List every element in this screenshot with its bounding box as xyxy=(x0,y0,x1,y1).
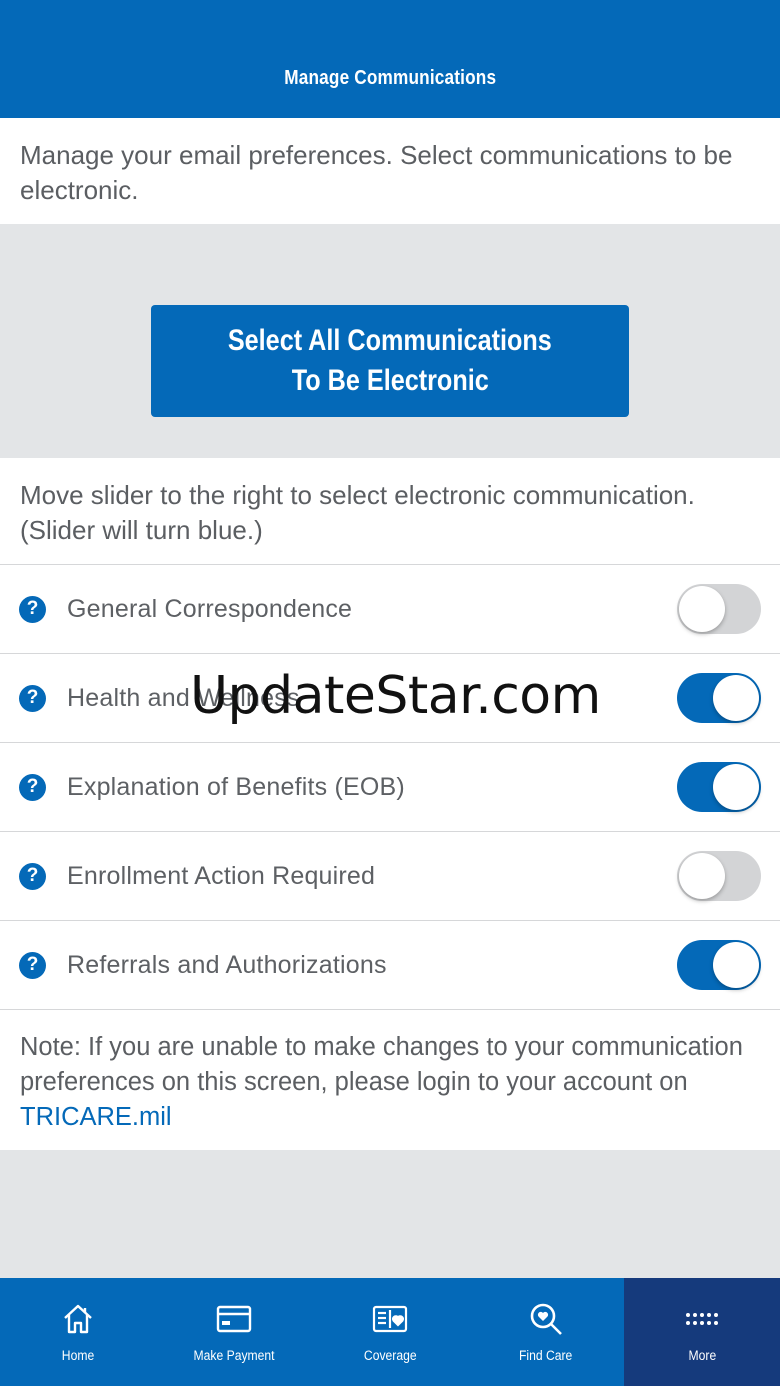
toggle-knob xyxy=(713,675,759,721)
toggle-knob xyxy=(713,942,759,988)
help-icon[interactable]: ? xyxy=(19,595,46,623)
tab-label: Make Payment xyxy=(193,1348,275,1363)
id-card-icon xyxy=(372,1302,408,1336)
preference-row-general-correspondence: ? General Correspondence xyxy=(0,565,780,654)
help-icon[interactable]: ? xyxy=(19,684,46,712)
home-icon xyxy=(61,1302,95,1336)
referrals-and-authorizations-toggle[interactable] xyxy=(677,940,761,990)
enrollment-action-required-toggle[interactable] xyxy=(677,851,761,901)
preference-row-referrals-and-authorizations: ? Referrals and Authorizations xyxy=(0,921,780,1010)
note-body: Note: If you are unable to make changes … xyxy=(20,1033,743,1096)
preference-row-explanation-of-benefits: ? Explanation of Benefits (EOB) xyxy=(0,743,780,832)
tab-label: Coverage xyxy=(363,1348,417,1363)
health-and-wellness-toggle[interactable] xyxy=(677,673,761,723)
explanation-of-benefits-toggle[interactable] xyxy=(677,762,761,812)
tab-label: Home xyxy=(61,1348,95,1363)
toggle-knob xyxy=(713,764,759,810)
tab-coverage[interactable]: Coverage xyxy=(312,1278,468,1386)
preference-row-enrollment-action-required: ? Enrollment Action Required xyxy=(0,832,780,921)
preference-label: General Correspondence xyxy=(67,594,353,623)
tab-home[interactable]: Home xyxy=(0,1278,156,1386)
page-title: Manage Communications xyxy=(284,67,496,89)
header-bar: Manage Communications xyxy=(0,0,780,118)
tab-more[interactable]: More xyxy=(624,1278,780,1386)
help-icon[interactable]: ? xyxy=(19,773,46,801)
tab-make-payment[interactable]: Make Payment xyxy=(156,1278,312,1386)
note-text: Note: If you are unable to make changes … xyxy=(0,1010,780,1150)
tab-label: More xyxy=(688,1348,716,1363)
intro-text: Manage your email preferences. Select co… xyxy=(0,118,780,224)
help-icon[interactable]: ? xyxy=(19,862,46,890)
help-icon[interactable]: ? xyxy=(19,951,46,979)
preference-label: Health and Wellness xyxy=(67,683,300,712)
more-dots-icon xyxy=(685,1302,719,1336)
general-correspondence-toggle[interactable] xyxy=(677,584,761,634)
select-all-section: Select All Communications To Be Electron… xyxy=(0,224,780,458)
preference-label: Referrals and Authorizations xyxy=(67,950,387,979)
tab-label: Find Care xyxy=(519,1348,573,1363)
preferences-list: ? General Correspondence ? Health and We… xyxy=(0,565,780,1010)
preference-label: Explanation of Benefits (EOB) xyxy=(67,772,405,801)
select-all-button-line2: To Be Electronic xyxy=(291,364,489,397)
search-heart-icon xyxy=(528,1302,564,1336)
preference-label: Enrollment Action Required xyxy=(67,861,376,890)
tab-find-care[interactable]: Find Care xyxy=(468,1278,624,1386)
toggle-knob xyxy=(679,853,725,899)
select-all-button-line1: Select All Communications xyxy=(228,324,552,357)
tricare-link[interactable]: TRICARE.mil xyxy=(20,1103,172,1131)
credit-card-icon xyxy=(216,1302,252,1336)
select-all-electronic-button[interactable]: Select All Communications To Be Electron… xyxy=(151,305,629,417)
slider-instructions: Move slider to the right to select elect… xyxy=(0,458,780,565)
preference-row-health-and-wellness: ? Health and Wellness xyxy=(0,654,780,743)
toggle-knob xyxy=(679,586,725,632)
bottom-tab-bar: Home Make Payment Coverage Find Care Mor… xyxy=(0,1278,780,1386)
